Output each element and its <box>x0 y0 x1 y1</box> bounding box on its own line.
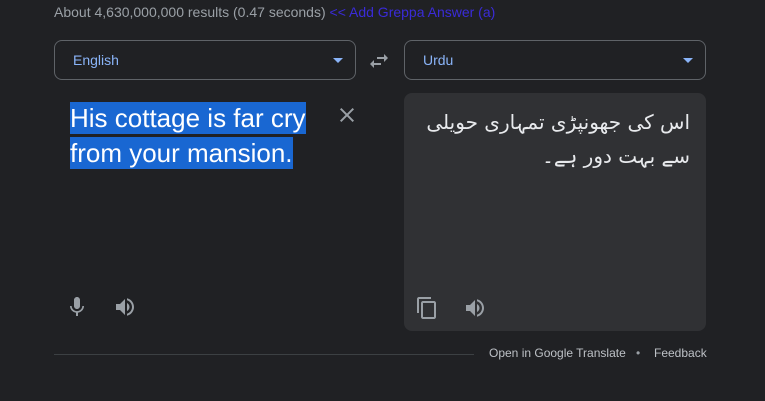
swap-icon <box>370 54 388 68</box>
listen-source-button[interactable] <box>113 295 137 319</box>
chevron-down-icon <box>333 58 343 63</box>
source-language-select[interactable]: English <box>54 40 356 80</box>
add-answer-link[interactable]: << Add Greppa Answer (a) <box>330 4 496 20</box>
target-language-select[interactable]: Urdu <box>404 40 706 80</box>
voice-input-button[interactable] <box>65 295 89 319</box>
speaker-icon <box>466 299 484 317</box>
close-icon <box>340 108 354 122</box>
listen-translation-button[interactable] <box>463 296 487 320</box>
copy-translation-button[interactable] <box>415 296 439 320</box>
swap-languages-button[interactable] <box>367 49 391 73</box>
source-language-label: English <box>73 52 119 68</box>
target-language-label: Urdu <box>423 52 454 68</box>
speaker-icon <box>116 298 134 316</box>
footer-separator: • <box>636 346 641 360</box>
results-stats-line: About 4,630,000,000 results (0.47 second… <box>54 4 495 20</box>
chevron-down-icon <box>683 58 693 63</box>
clear-source-button[interactable] <box>335 103 359 127</box>
source-text-area[interactable]: His cottage is far cry from your mansion… <box>70 101 330 171</box>
feedback-link[interactable]: Feedback <box>654 346 707 360</box>
copy-icon <box>417 297 436 319</box>
source-text: His cottage is far cry from your mansion… <box>70 102 306 169</box>
translation-panel: اس کی جھونپڑی تمہاری حویلی سے بہت دور ہے… <box>404 93 706 331</box>
results-stats: About 4,630,000,000 results (0.47 second… <box>54 4 326 20</box>
open-in-google-translate-link[interactable]: Open in Google Translate <box>489 346 626 360</box>
translated-text: اس کی جھونپڑی تمہاری حویلی سے بہت دور ہے… <box>426 110 690 168</box>
microphone-icon <box>70 297 84 316</box>
footer-divider <box>54 354 474 355</box>
